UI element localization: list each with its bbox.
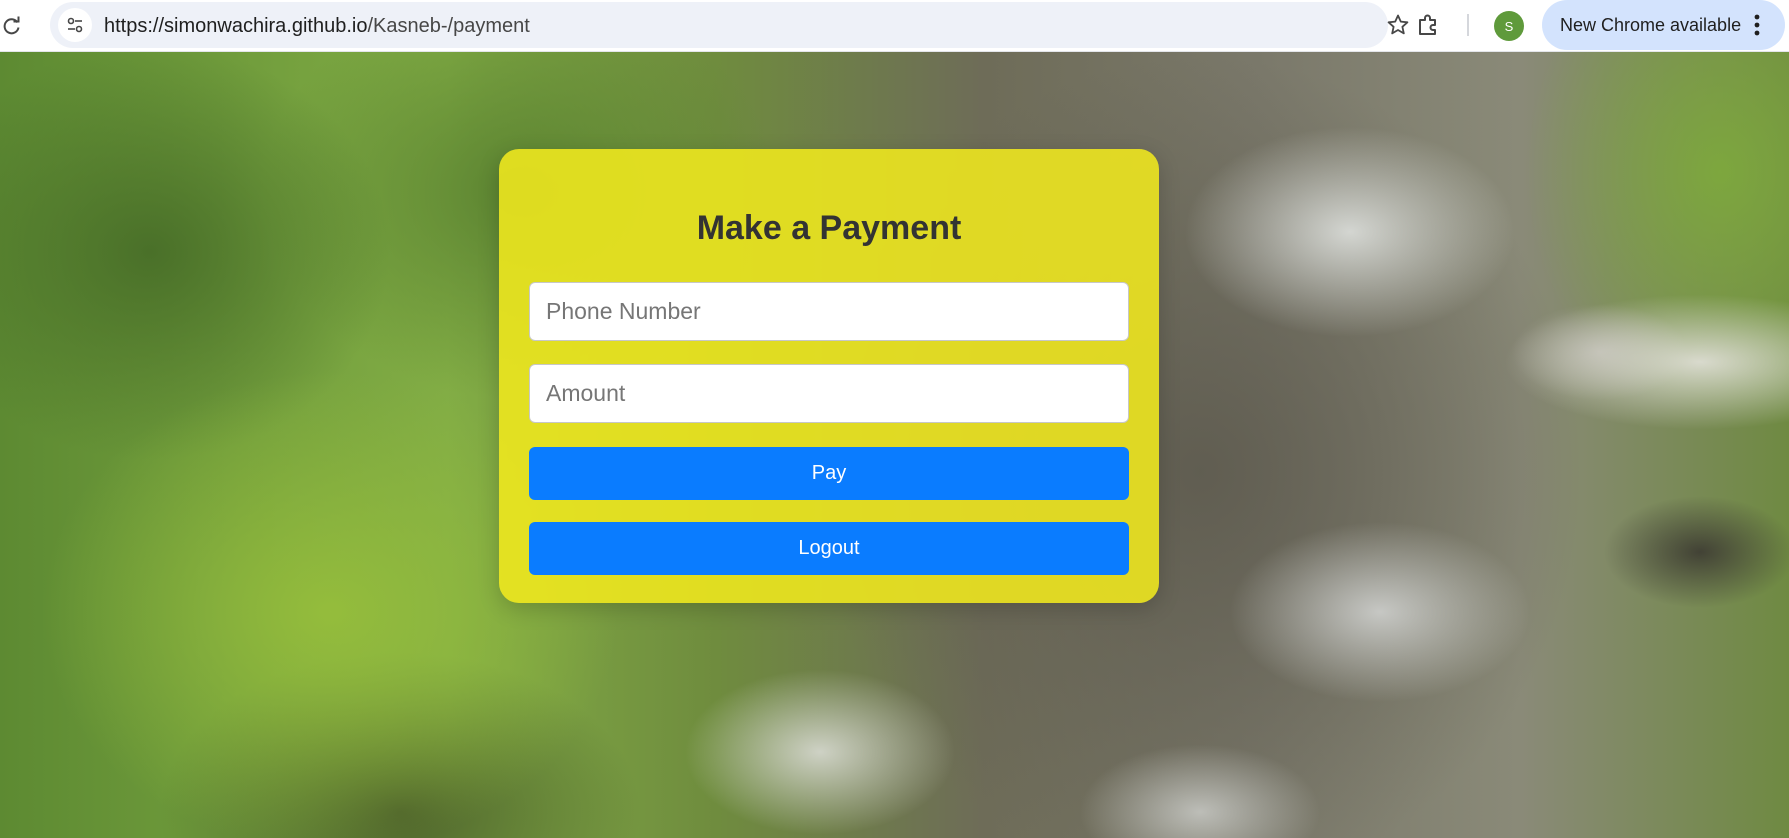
logout-button[interactable]: Logout [529,522,1129,575]
address-bar[interactable]: https://simonwachira.github.io/Kasneb-/p… [50,2,1409,48]
reload-icon[interactable] [0,12,24,40]
phone-number-input[interactable] [529,282,1129,341]
url-path: /Kasneb-/payment [367,15,530,37]
pay-button[interactable]: Pay [529,447,1129,500]
star-icon[interactable] [1385,12,1411,38]
browser-toolbar: https://simonwachira.github.io/Kasneb-/p… [0,0,1789,52]
page-background: Make a Payment Pay Logout [0,52,1789,838]
profile-avatar[interactable]: S [1494,11,1524,41]
url-host: https://simonwachira.github.io [104,15,368,37]
toolbar-divider [1467,14,1469,36]
url-text[interactable]: https://simonwachira.github.io/Kasneb-/p… [104,15,530,38]
page-title: Make a Payment [696,209,962,247]
profile-initial: S [1504,18,1514,34]
payment-card: Make a Payment Pay Logout [499,149,1159,603]
new-chrome-available-button[interactable]: New Chrome available [1542,0,1785,50]
site-info-icon[interactable] [58,8,92,42]
update-label: New Chrome available [1560,15,1742,35]
puzzle-icon[interactable] [1413,10,1443,40]
kebab-menu-icon[interactable] [1747,12,1767,38]
amount-input[interactable] [529,364,1129,423]
